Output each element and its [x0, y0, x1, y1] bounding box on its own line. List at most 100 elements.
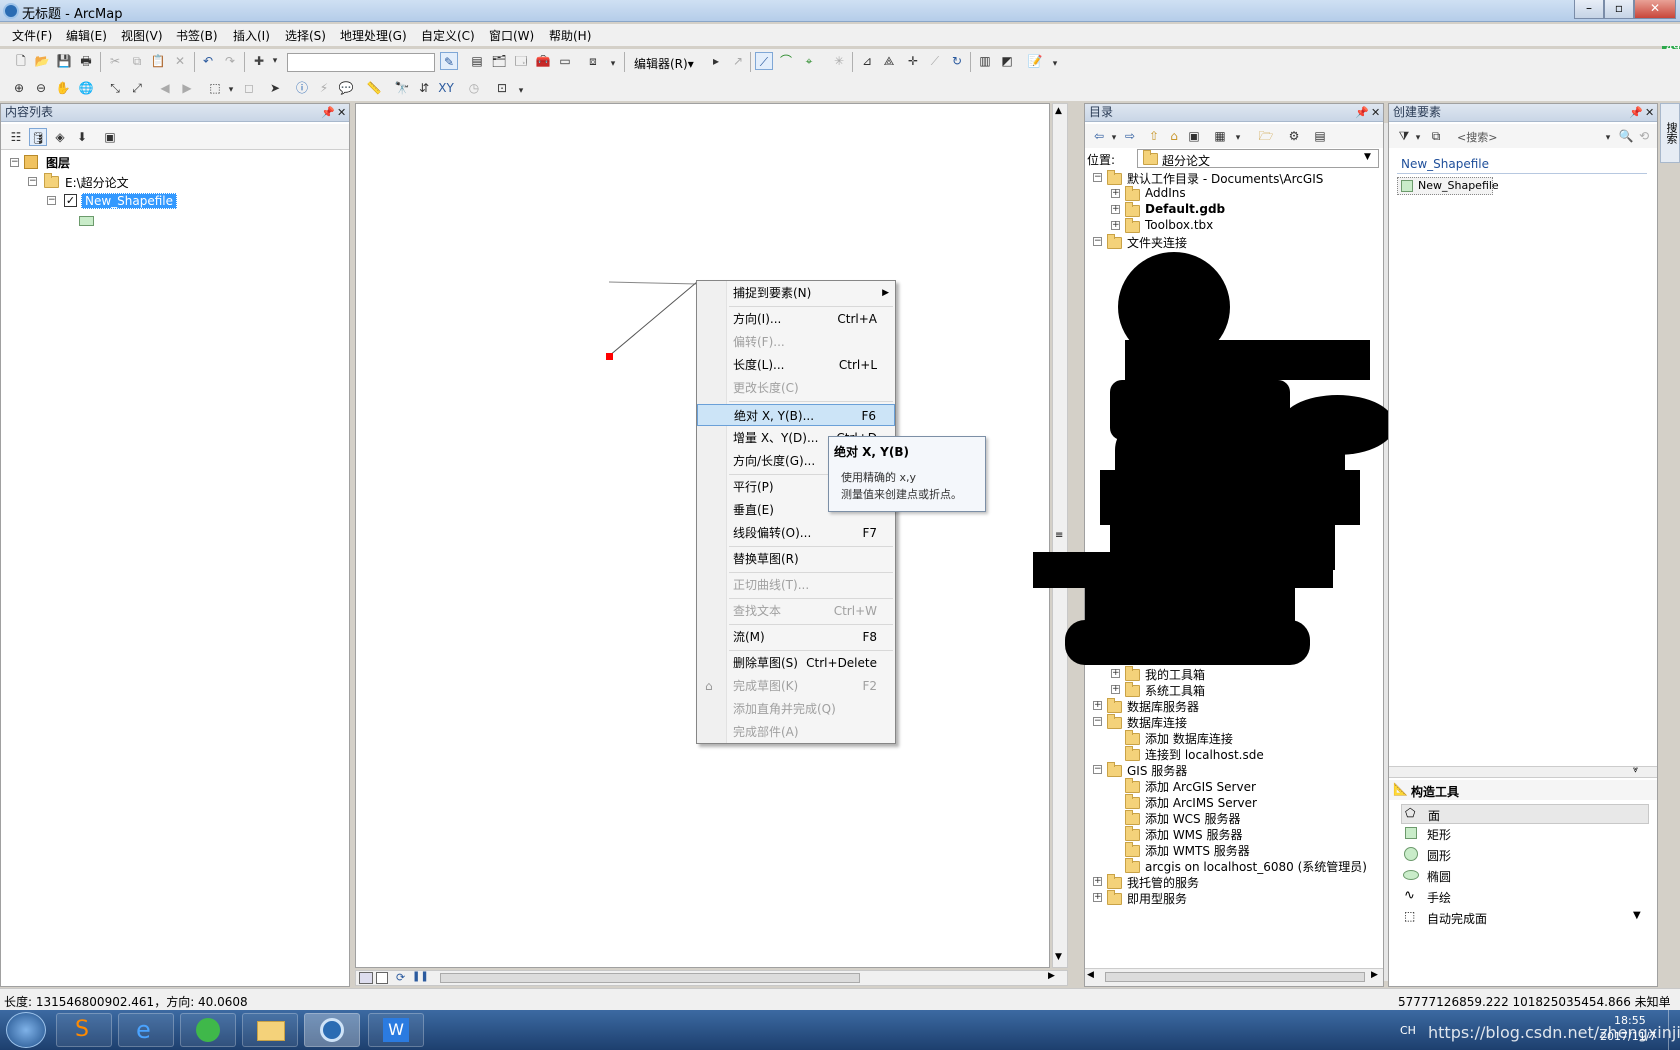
editor-toolbar-icon[interactable]: ✎: [440, 52, 458, 70]
python-window-icon[interactable]: ▭: [556, 52, 574, 70]
back-icon[interactable]: ◀: [156, 79, 174, 97]
list-by-source-icon[interactable]: 🛢: [29, 128, 47, 146]
taskbar-app-explorer[interactable]: [242, 1013, 298, 1047]
catalog-horizontal-scrollbar[interactable]: ◀ ▶: [1085, 968, 1383, 986]
modelbuilder-icon[interactable]: ⧈: [584, 52, 602, 70]
scale-combobox[interactable]: [287, 53, 435, 72]
menu-view[interactable]: 视图(V): [121, 27, 163, 44]
taskbar-app-ie[interactable]: e: [118, 1013, 174, 1047]
toolbar-overflow-icon[interactable]: ▾: [604, 55, 622, 73]
catalog-menu-icon[interactable]: ▤: [1311, 127, 1329, 145]
fixed-zoom-out-icon[interactable]: ⤢: [128, 79, 146, 97]
input-language[interactable]: CH: [1400, 1024, 1416, 1037]
menu-item-tangent-curve[interactable]: 正切曲线(T)...: [697, 574, 895, 596]
scroll-down-icon[interactable]: ▼: [1633, 910, 1641, 921]
template-item[interactable]: New_Shapefile: [1397, 177, 1499, 195]
fixed-zoom-in-icon[interactable]: ⤡: [106, 79, 124, 97]
organize-templates-icon[interactable]: ⧉: [1427, 127, 1445, 145]
cut-polygons-icon[interactable]: ✛: [904, 52, 922, 70]
hyperlink-icon[interactable]: ⚡: [315, 79, 333, 97]
minimize-button[interactable]: –: [1574, 0, 1604, 19]
menu-item-change-length[interactable]: 更改长度(C): [697, 377, 895, 399]
clear-search-icon[interactable]: ⟲: [1635, 127, 1653, 145]
home-icon[interactable]: ⌂: [1165, 127, 1183, 145]
menu-item-find-text[interactable]: 查找文本 Ctrl+W: [697, 600, 895, 622]
close-icon[interactable]: ✕: [1371, 104, 1380, 121]
menu-item-replace-sketch[interactable]: 替换草图(R): [697, 548, 895, 570]
arctoolbox-icon[interactable]: 🧰: [534, 52, 552, 70]
connect-folder-icon[interactable]: 🗁: [1257, 127, 1275, 145]
straight-segment-icon[interactable]: ⟋: [755, 52, 773, 70]
catalog-tree-item[interactable]: + 我的工具箱: [1085, 666, 1381, 682]
scroll-left-icon[interactable]: ◀: [1087, 970, 1094, 980]
catalog-tree-item[interactable]: 添加 WMTS 服务器: [1085, 842, 1381, 858]
collapse-icon[interactable]: −: [1093, 173, 1102, 182]
catalog-tree-item[interactable]: 添加 数据库连接: [1085, 730, 1381, 746]
collapse-icon[interactable]: −: [1093, 717, 1102, 726]
select-elements-icon[interactable]: ➤: [266, 79, 284, 97]
forward-icon[interactable]: ⇨: [1121, 127, 1139, 145]
location-combobox[interactable]: 超分论文 ▼: [1137, 149, 1379, 168]
delete-icon[interactable]: ✕: [171, 52, 189, 70]
edit-tool-icon[interactable]: ▸: [707, 52, 725, 70]
chevron-down-icon-2[interactable]: ▾: [1229, 129, 1247, 147]
catalog-tree-item[interactable]: + 我托管的服务: [1085, 874, 1381, 890]
menu-item-finish-part[interactable]: 完成部件(A): [697, 721, 895, 743]
catalog-tree-item[interactable]: + Default.gdb: [1085, 202, 1381, 218]
collapse-panel-icon[interactable]: ⩔: [1633, 765, 1638, 775]
time-slider-icon[interactable]: ◷: [465, 79, 483, 97]
new-document-icon[interactable]: 🗋: [12, 52, 30, 70]
up-one-level-icon[interactable]: ⇧: [1145, 127, 1163, 145]
toolbar-overflow-icon-2[interactable]: ▾: [1046, 55, 1064, 73]
table-icon[interactable]: ▤: [468, 52, 486, 70]
toggle-contents-icon[interactable]: ▣: [1185, 127, 1203, 145]
expand-icon[interactable]: +: [1111, 685, 1120, 694]
views-icon[interactable]: ▦: [1211, 127, 1229, 145]
create-viewer-icon[interactable]: ⊡: [493, 79, 511, 97]
layer-visibility-checkbox[interactable]: ✓: [64, 194, 77, 207]
menu-item-finish-sketch[interactable]: ⌂ 完成草图(K) F2: [697, 675, 895, 697]
search-dock-tab[interactable]: 搜索: [1660, 103, 1680, 163]
menu-edit[interactable]: 编辑(E): [66, 27, 107, 44]
list-by-drawing-order-icon[interactable]: ☷: [7, 128, 25, 146]
data-view-icon[interactable]: [359, 972, 373, 984]
find-icon[interactable]: 🔭: [393, 79, 411, 97]
collapse-icon[interactable]: −: [10, 158, 19, 167]
menu-item-length[interactable]: 长度(L)... Ctrl+L: [697, 354, 895, 376]
trace-icon[interactable]: ⌖: [800, 52, 818, 70]
menu-item-absolute-xy[interactable]: 绝对 X, Y(B)... F6: [697, 404, 895, 426]
search-icon[interactable]: 🔍: [1617, 127, 1635, 145]
scroll-right-icon[interactable]: ▶: [1048, 971, 1055, 981]
taskbar-app-arcmap[interactable]: [304, 1013, 360, 1047]
menu-item-snap-to-feature[interactable]: 捕捉到要素(N) ▶: [697, 282, 895, 304]
toolbar-overflow-icon-3[interactable]: ▾: [512, 82, 530, 100]
catalog-tree-item[interactable]: + 系统工具箱: [1085, 682, 1381, 698]
menu-item-deflection[interactable]: 偏转(F)...: [697, 331, 895, 353]
close-button[interactable]: ✕: [1634, 0, 1676, 19]
print-icon[interactable]: 🖶: [77, 52, 95, 70]
cut-icon[interactable]: ✂: [106, 52, 124, 70]
paste-icon[interactable]: 📋: [149, 52, 167, 70]
tool-polygon[interactable]: ⬠ 面: [1401, 804, 1649, 824]
scroll-up-icon[interactable]: ▲: [1055, 106, 1062, 116]
scroll-right-icon[interactable]: ▶: [1371, 970, 1378, 980]
undo-icon[interactable]: ↶: [199, 52, 217, 70]
pause-icon[interactable]: ❚❚: [412, 971, 429, 982]
menu-geoprocessing[interactable]: 地理处理(G): [340, 27, 407, 44]
reshape-icon[interactable]: ⟁: [880, 52, 898, 70]
expand-icon[interactable]: +: [1093, 701, 1102, 710]
tool-rectangle[interactable]: 矩形: [1401, 824, 1649, 844]
pin-icon[interactable]: 📌: [1629, 104, 1643, 121]
pin-icon[interactable]: 📌: [321, 104, 335, 121]
catalog-tree-item[interactable]: − GIS 服务器: [1085, 762, 1381, 778]
attributes-icon[interactable]: ▥: [976, 52, 994, 70]
catalog-tree-item[interactable]: + 数据库服务器: [1085, 698, 1381, 714]
expand-icon[interactable]: +: [1111, 189, 1120, 198]
start-button[interactable]: [6, 1012, 46, 1048]
menu-file[interactable]: 文件(F): [12, 27, 52, 44]
pan-icon[interactable]: ✋: [54, 79, 72, 97]
menu-item-direction[interactable]: 方向(I)... Ctrl+A: [697, 308, 895, 330]
scroll-down-icon[interactable]: ▼: [1055, 952, 1062, 962]
menu-insert[interactable]: 插入(I): [233, 27, 270, 44]
expand-icon[interactable]: +: [1093, 877, 1102, 886]
